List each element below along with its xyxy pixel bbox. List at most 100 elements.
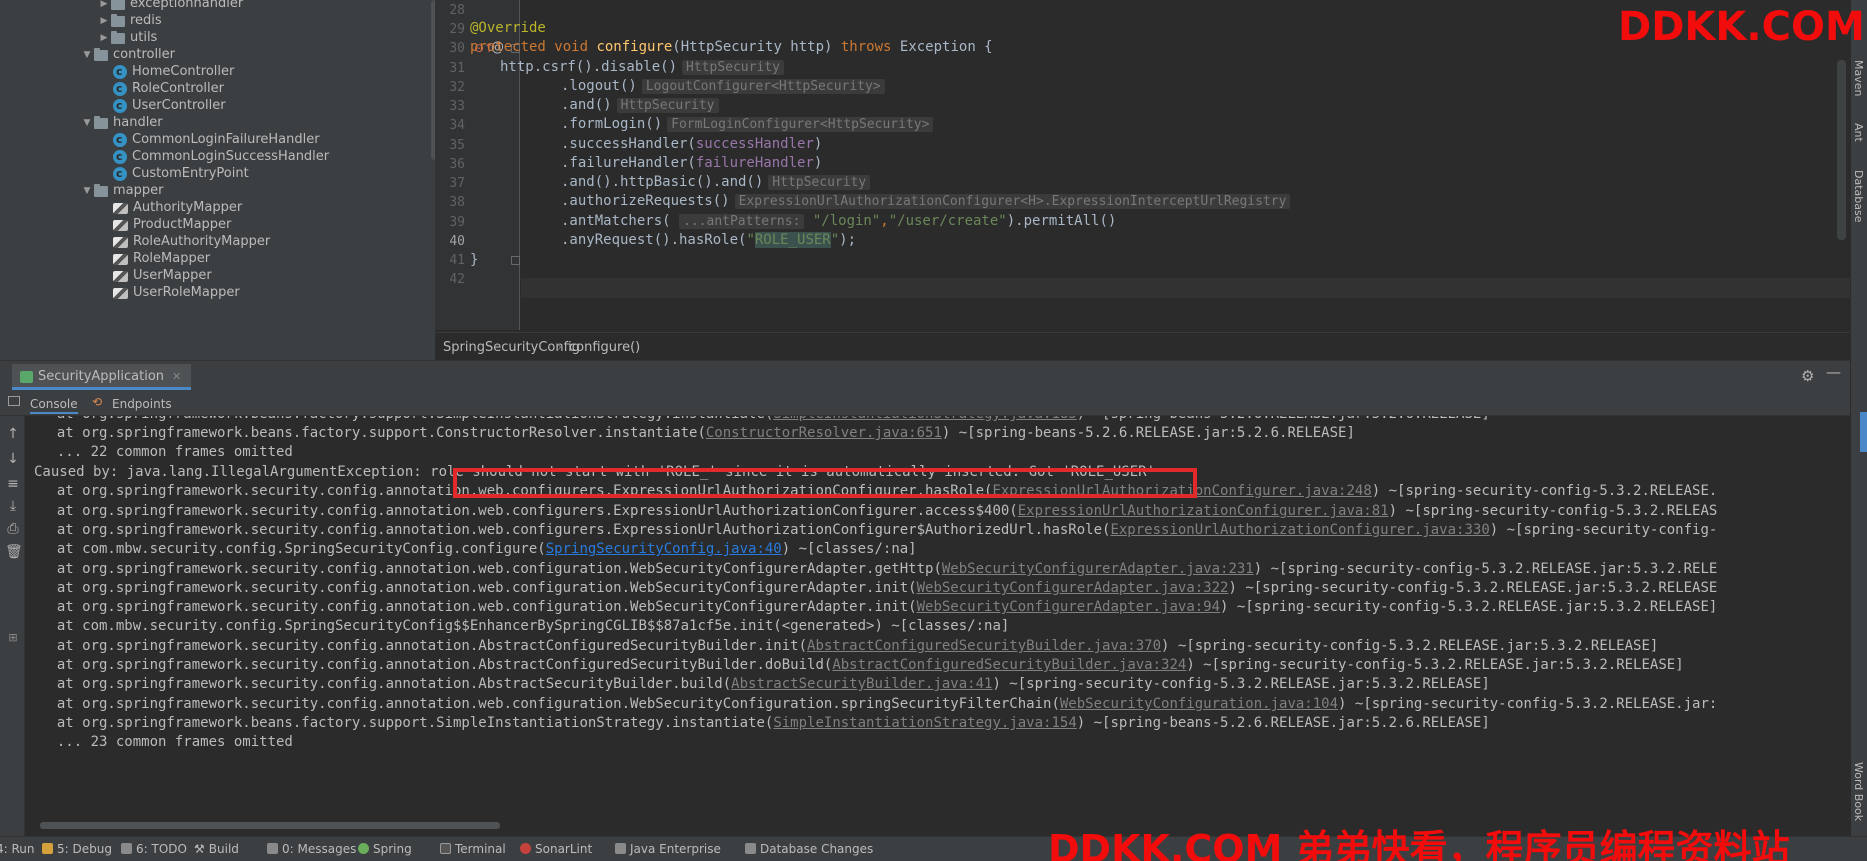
close-icon[interactable]: ✕ — [172, 370, 181, 383]
arrow-down-icon[interactable]: ↓ — [5, 451, 21, 467]
console-line: at org.springframework.security.config.a… — [40, 580, 1718, 596]
line-number: 38 — [449, 195, 465, 210]
console-text: ) ~[spring-security-config-5.3.2.RELEASE… — [1338, 696, 1718, 712]
soft-wrap-icon[interactable]: ≡ — [5, 476, 21, 492]
stacktrace-link[interactable]: ExpressionUrlAuthorizationConfigurer.jav… — [1110, 522, 1489, 538]
code-token: .authorizeRequests() — [561, 193, 730, 209]
type-hint: HttpSecurity — [682, 60, 784, 75]
tool-java-enterprise[interactable]: Java Enterprise — [615, 842, 721, 856]
tool-label: Build — [208, 842, 239, 856]
stacktrace-link[interactable]: WebSecurityConfiguration.java:104 — [1060, 696, 1338, 712]
code-line-35: .successHandler(successHandler) — [561, 136, 822, 152]
stacktrace-link[interactable]: SpringSecurityConfig.java:40 — [546, 541, 782, 557]
console-line: at org.springframework.security.config.a… — [40, 676, 1490, 692]
arrow-up-icon[interactable]: ↑ — [5, 426, 21, 442]
endpoints-icon: ⟲ — [92, 395, 103, 409]
tab-endpoints[interactable]: Endpoints — [112, 394, 172, 414]
line-number: 36 — [449, 157, 465, 172]
hammer-icon: ⚒ — [194, 842, 205, 856]
stacktrace-link[interactable]: SimpleInstantiationStrategy.java:185 — [773, 416, 1076, 422]
stacktrace-link[interactable]: AbstractConfiguredSecurityBuilder.java:3… — [832, 657, 1186, 673]
tool-debug[interactable]: 5: Debug — [42, 842, 112, 856]
console-text: at org.springframework.beans.factory.sup… — [40, 715, 774, 731]
gear-icon[interactable]: ⚙ — [1801, 367, 1814, 385]
tab-console[interactable]: Console — [30, 394, 78, 414]
folder-icon — [94, 47, 108, 61]
tool-label: Database Changes — [760, 842, 874, 856]
tab-database[interactable]: Database — [1852, 170, 1865, 223]
trash-icon[interactable]: 🗑 — [5, 544, 23, 560]
line-number: 39 — [449, 215, 465, 230]
run-tab-label: SecurityApplication — [38, 369, 165, 384]
stacktrace-link[interactable]: ConstructorResolver.java:651 — [706, 425, 942, 441]
chevron-down-icon[interactable]: ▼ — [80, 45, 94, 65]
run-left-toolbar: ↑ ↓ ≡ ⤓ ⎙ 🗑 ⊞ — [0, 416, 25, 836]
tool-build[interactable]: ⚒ Build — [194, 842, 239, 856]
watermark-bottom: DDKK.COM 弟弟快看，程序员编程资料站 — [1048, 827, 1790, 861]
code-token: throws — [840, 39, 900, 55]
code-editor[interactable]: 28 29 30 31 32 33 34 35 36 37 38 39 40 4… — [435, 0, 1850, 360]
stacktrace-link[interactable]: AbstractConfiguredSecurityBuilder.java:3… — [807, 638, 1161, 654]
class-icon — [113, 147, 127, 167]
code-line-40: .anyRequest().hasRole("ROLE_USER"); — [561, 232, 856, 248]
run-subtabs: Console ⟲ Endpoints — [0, 390, 1850, 416]
console-line: at org.springframework.beans.factory.sup… — [40, 715, 1490, 731]
console-text: ) ~[spring-beans-5.2.6.RELEASE.jar:5.2.6… — [941, 425, 1355, 441]
code-token-selected: ROLE_USER — [754, 232, 831, 248]
stacktrace-link[interactable]: SimpleInstantiationStrategy.java:154 — [773, 715, 1076, 731]
tree-item-label: UserRoleMapper — [133, 285, 240, 300]
console-text: at org.springframework.beans.factory.sup… — [40, 425, 706, 441]
tool-database-changes[interactable]: Database Changes — [745, 842, 873, 856]
tool-sonarlint[interactable]: SonarLint — [520, 842, 592, 856]
mapper-icon — [113, 287, 128, 299]
fold-icon[interactable] — [511, 256, 520, 265]
type-hint: HttpSecurity — [616, 98, 719, 113]
sonarlint-icon — [520, 843, 531, 854]
scroll-to-end-icon[interactable]: ⤓ — [5, 498, 21, 514]
console-horizontal-scrollbar[interactable] — [40, 822, 500, 829]
stacktrace-link[interactable]: WebSecurityConfigurerAdapter.java:231 — [942, 561, 1254, 577]
code-token: configure — [596, 39, 673, 55]
code-token: .and().httpBasic().and() — [561, 174, 764, 190]
console-text: ) ~[spring-security-config-5.3.2.RELEASE… — [1186, 657, 1684, 673]
console-text: ) ~[spring-security-config- — [1489, 522, 1718, 538]
tool-todo[interactable]: 6: TODO — [121, 842, 187, 856]
tab-ant[interactable]: Ant — [1852, 123, 1865, 142]
code-token: ) — [813, 155, 823, 171]
chevron-down-icon[interactable]: ▼ — [80, 181, 94, 201]
folder-icon — [94, 183, 108, 197]
tool-terminal[interactable]: Terminal — [440, 842, 506, 856]
code-token: .logout() — [561, 78, 637, 94]
console-output[interactable]: at org.springframework.beans.factory.sup… — [26, 416, 1850, 836]
chevron-down-icon[interactable]: ▼ — [80, 113, 94, 133]
stacktrace-link[interactable]: WebSecurityConfigurerAdapter.java:322 — [917, 580, 1229, 596]
tool-spring[interactable]: Spring — [358, 842, 412, 856]
code-token: " — [746, 232, 755, 248]
line-number: 35 — [449, 138, 465, 153]
console-text: at org.springframework.security.config.a… — [40, 657, 833, 673]
tool-label: Java Enterprise — [630, 842, 721, 856]
stacktrace-link[interactable]: AbstractSecurityBuilder.java:41 — [731, 676, 992, 692]
expand-icon[interactable]: ⊞ — [5, 631, 21, 644]
run-tab[interactable]: SecurityApplication ✕ — [12, 364, 192, 390]
breadcrumb-method[interactable]: configure() — [569, 340, 640, 355]
code-line-33: .and() HttpSecurity — [561, 97, 719, 113]
line-number: 31 — [449, 61, 465, 76]
console-text: at org.springframework.security.config.a… — [40, 638, 808, 654]
console-line: at org.springframework.beans.factory.sup… — [40, 416, 1490, 422]
hide-icon[interactable]: — — [1826, 363, 1841, 381]
editor-scrollbar[interactable] — [1837, 60, 1846, 240]
tool-messages[interactable]: 0: Messages — [267, 842, 356, 856]
tab-word-book[interactable]: Word Book — [1852, 762, 1865, 821]
tab-maven[interactable]: Maven — [1852, 60, 1865, 96]
line-number: 33 — [449, 99, 465, 114]
tool-run[interactable]: 4: Run — [0, 842, 35, 856]
code-token: "/login" — [804, 213, 881, 229]
console-text: ) ~[spring-security-config-5.3.2.RELEAS — [1388, 503, 1718, 519]
stacktrace-link[interactable]: ExpressionUrlAuthorizationConfigurer.jav… — [1018, 503, 1389, 519]
tree-item-userrolemapper[interactable]: UserRoleMapper — [113, 283, 240, 303]
class-icon — [113, 130, 127, 150]
code-token: http.csrf().disable() — [500, 59, 678, 75]
stacktrace-link[interactable]: WebSecurityConfigurerAdapter.java:94 — [917, 599, 1220, 615]
print-icon[interactable]: ⎙ — [5, 521, 21, 537]
